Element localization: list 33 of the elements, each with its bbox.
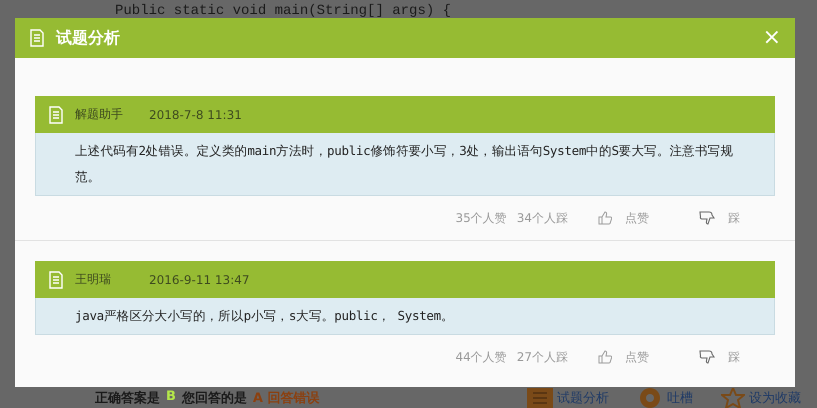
thumbs-down-icon [699, 211, 715, 225]
thumbs-down-icon [699, 350, 715, 364]
wrong-answer: A 回答错误 [252, 390, 320, 407]
document-icon [30, 29, 44, 47]
dislike-count: 27个人踩 [516, 348, 568, 366]
dislike-count: 34个人踩 [516, 210, 568, 226]
dialog-title: 试题分析 [56, 28, 121, 48]
like-count: 35个人赞 [455, 210, 507, 226]
like-button[interactable]: 点赞 [598, 210, 649, 226]
action-link[interactable]: 设为收藏 [721, 388, 801, 408]
dislike-button[interactable]: 踩 [699, 348, 740, 366]
answer-text: 您回答的是 [182, 390, 247, 407]
action-link[interactable]: 吐槽 [637, 388, 693, 408]
author-name: 王明瑞 [75, 271, 112, 288]
comment-text: 上述代码有2处错误。定义类的main方法时，public修饰符要小写，3处，输出语句System中的S要大写。注意书写规范。 [75, 142, 734, 186]
answer-text: 正确答案是 [95, 390, 160, 407]
comment-date: 2016-9-11 13:47 [149, 272, 250, 286]
correct-answer: B [166, 389, 176, 406]
comment-text: java严格区分大小写的，所以p小写，s大写。public， System。 [75, 307, 455, 325]
star-icon [721, 388, 745, 408]
document-icon [527, 388, 553, 408]
action-link[interactable]: 试题分析 [527, 388, 609, 408]
dislike-button[interactable]: 踩 [699, 210, 740, 226]
comment-date: 2018-7-8 11:31 [149, 108, 242, 122]
document-icon [49, 106, 63, 124]
like-count: 44个人赞 [455, 348, 507, 366]
thumbs-up-icon [598, 211, 612, 225]
thumbs-up-icon [598, 350, 612, 364]
document-icon [49, 270, 63, 288]
close-button[interactable]: × [762, 27, 781, 49]
author-name: 解题助手 [75, 106, 124, 123]
code-line: Public static void main(String[] args) { [115, 3, 452, 19]
like-button[interactable]: 点赞 [598, 348, 649, 366]
